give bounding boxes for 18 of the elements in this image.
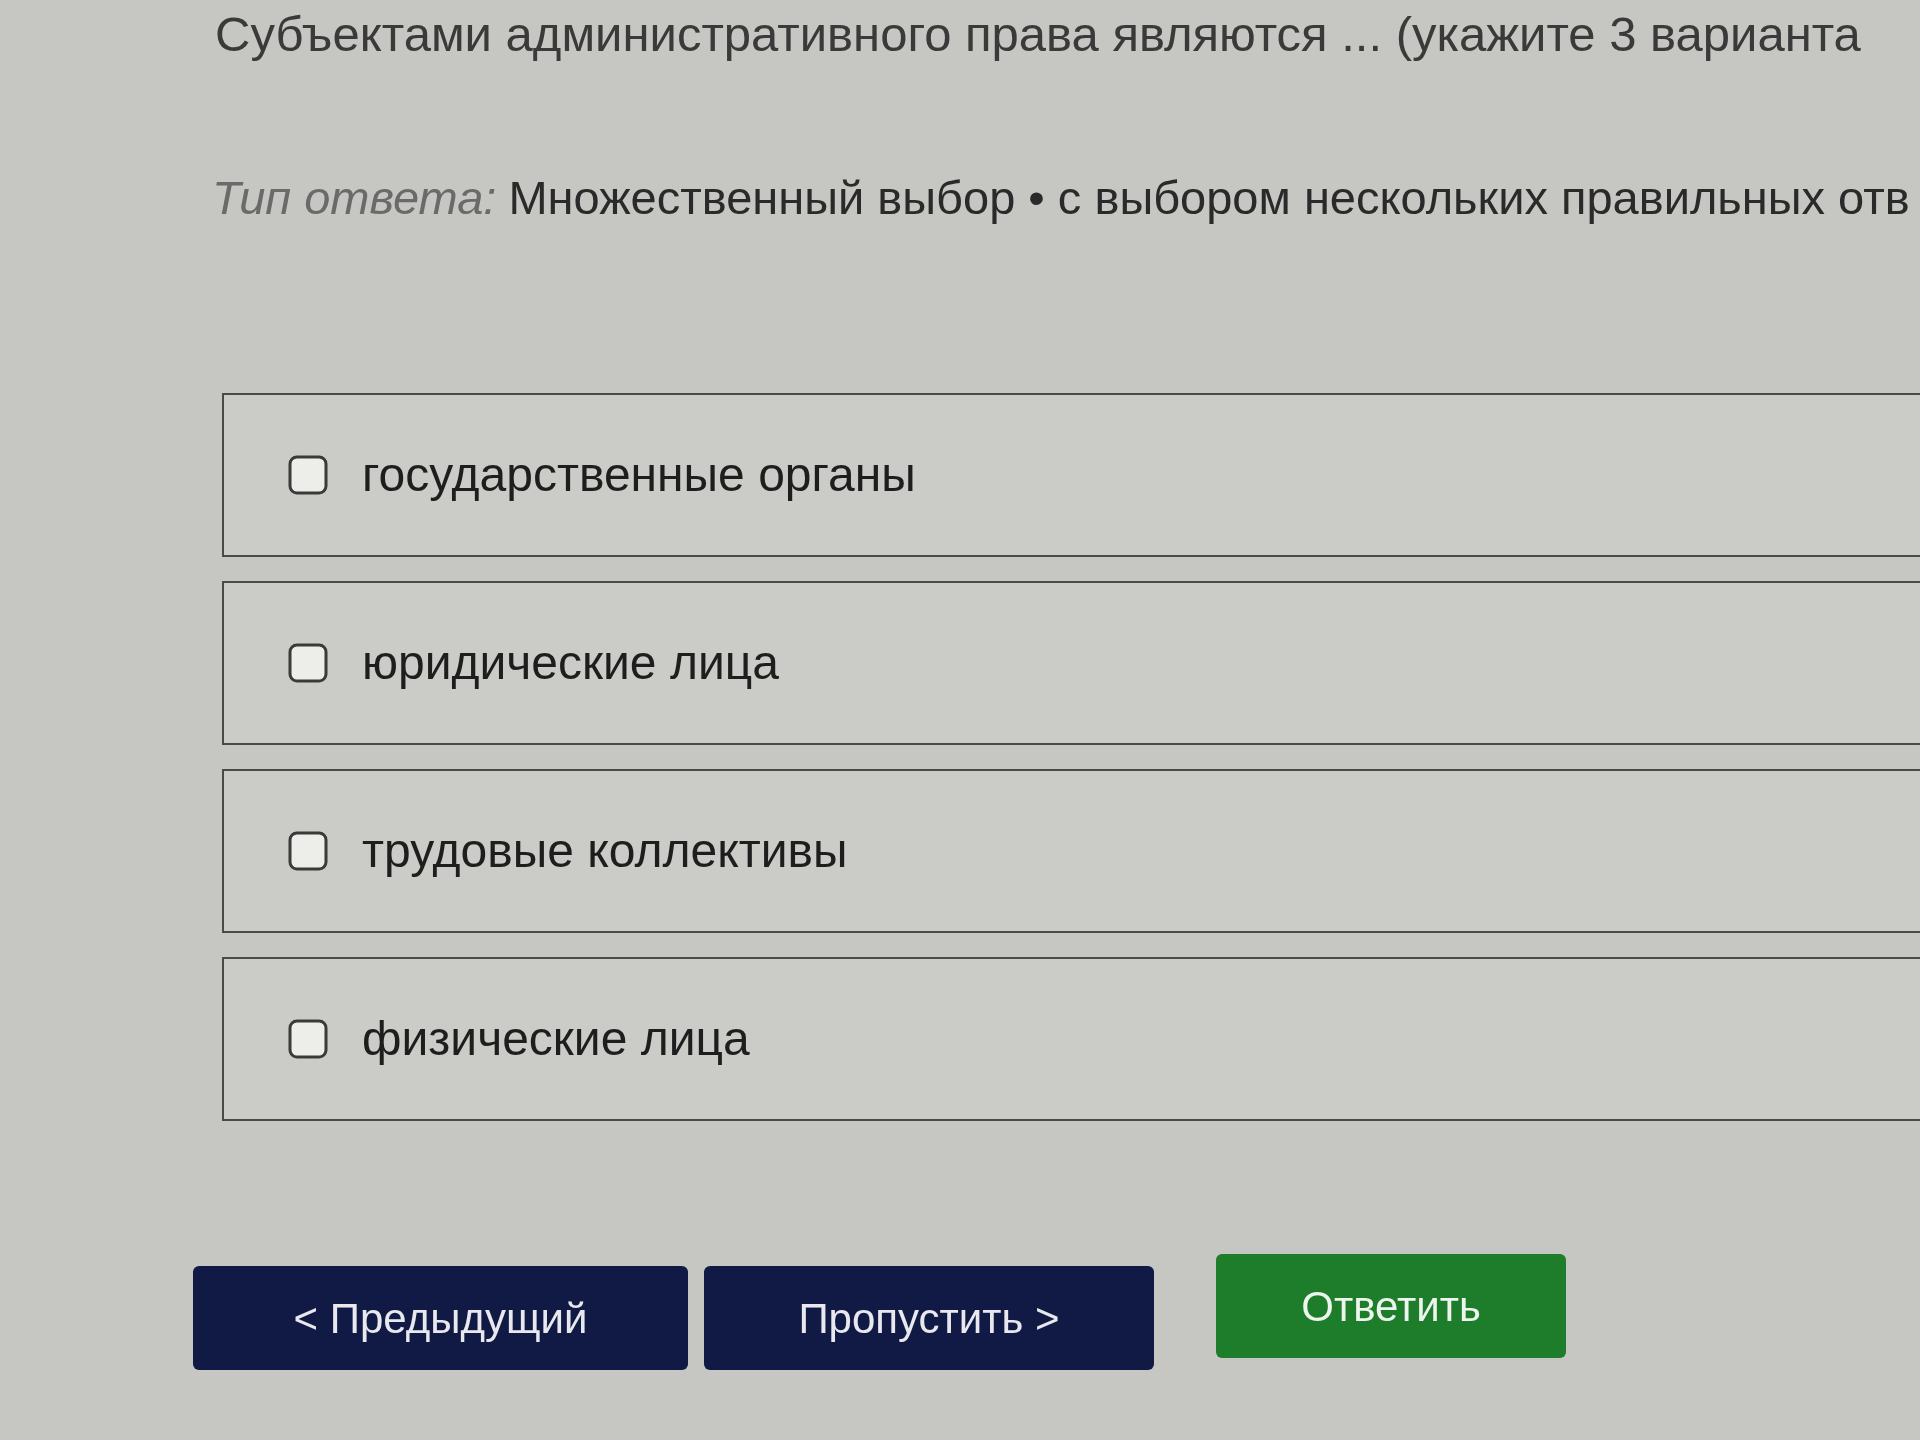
checkbox-icon[interactable] — [288, 643, 328, 683]
option-label: государственные органы — [362, 447, 916, 503]
checkbox-icon[interactable] — [288, 1019, 328, 1059]
question-text: Субъектами административного права являются ... (укажите 3 варианта — [215, 7, 1861, 61]
option-label: юридические лица — [362, 635, 779, 691]
answer-option[interactable]: трудовые коллективы — [222, 769, 1920, 933]
nav-button[interactable]: < Предыдущий — [193, 1266, 688, 1370]
answer-option[interactable]: юридические лица — [222, 581, 1920, 745]
nav-button[interactable]: Пропустить > — [704, 1266, 1154, 1370]
answer-type-label: Тип ответа: — [212, 170, 497, 226]
checkbox-icon[interactable] — [288, 455, 328, 495]
option-label: физические лица — [362, 1011, 750, 1067]
answer-option[interactable]: государственные органы — [222, 393, 1920, 557]
option-label: трудовые коллективы — [362, 823, 848, 879]
answer-button[interactable]: Ответить — [1216, 1254, 1566, 1358]
checkbox-icon[interactable] — [288, 831, 328, 871]
answer-type-value: Множественный выбор • с выбором нескольких правильных отв — [508, 170, 1910, 226]
answer-option[interactable]: физические лица — [222, 957, 1920, 1121]
